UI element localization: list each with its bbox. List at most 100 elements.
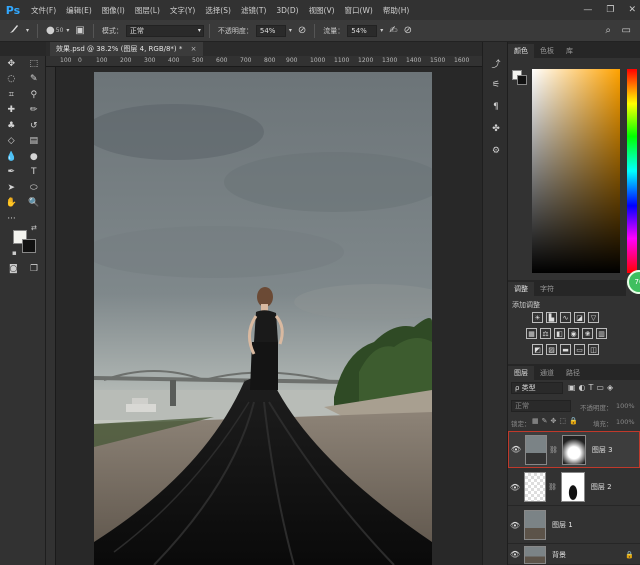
pressure-size-icon[interactable]: ⊘ — [404, 25, 412, 36]
menu-view[interactable]: 视图(V) — [304, 5, 340, 16]
document-canvas-image[interactable] — [94, 72, 432, 565]
history-panel-icon[interactable]: ⤴ — [483, 52, 509, 74]
document-tab[interactable]: 效果.psd @ 38.2% (图层 4, RGB/8*) * × — [50, 42, 203, 56]
more-tools-icon[interactable]: ··· — [0, 211, 23, 226]
tab-channels[interactable]: 通道 — [534, 366, 560, 380]
quick-mask-icon[interactable]: ◙ — [9, 264, 18, 274]
tab-layers[interactable]: 图层 — [508, 366, 534, 380]
close-tab-icon[interactable]: × — [191, 45, 197, 53]
fill-value[interactable]: 100% — [616, 418, 635, 426]
dodge-tool-icon[interactable]: ● — [23, 149, 46, 164]
tab-character[interactable]: 字符 — [534, 282, 560, 296]
black-white-icon[interactable]: ◧ — [554, 328, 565, 339]
invert-icon[interactable]: ◩ — [532, 344, 543, 355]
flow-input[interactable]: 54% — [347, 24, 378, 37]
layer-row[interactable]: 👁 背景 🔒 — [508, 545, 640, 565]
menu-type[interactable]: 文字(Y) — [165, 5, 200, 16]
screen-mode-icon[interactable]: ❐ — [30, 264, 38, 274]
properties-panel-icon[interactable]: ⚟ — [483, 74, 509, 96]
background-color-swatch[interactable] — [22, 239, 36, 253]
search-icon[interactable]: ⌕ — [605, 25, 611, 36]
tab-libraries[interactable]: 库 — [560, 44, 579, 58]
menu-file[interactable]: 文件(F) — [26, 5, 61, 16]
path-select-icon[interactable]: ➤ — [0, 180, 23, 195]
hue-slider[interactable] — [627, 69, 637, 273]
shape-tool-icon[interactable]: ⬭ — [23, 180, 46, 195]
visibility-eye-icon[interactable]: 👁 — [509, 445, 523, 454]
threshold-icon[interactable]: ▬ — [560, 344, 571, 355]
ruler-horizontal[interactable]: 100 0 100 200 300 400 500 600 700 800 90… — [46, 56, 482, 67]
paragraph-panel-icon[interactable]: ¶ — [483, 96, 509, 118]
mode-select[interactable]: 正常 ▾ — [125, 24, 204, 37]
chevron-down-icon[interactable]: ▾ — [26, 27, 29, 34]
workspace-icon[interactable]: ▭ — [622, 25, 631, 36]
menu-select[interactable]: 选择(S) — [200, 5, 236, 16]
menu-3d[interactable]: 3D(D) — [271, 6, 303, 15]
curves-icon[interactable]: ∿ — [560, 312, 571, 323]
tab-color[interactable]: 颜色 — [508, 44, 534, 58]
brightness-icon[interactable]: ☀ — [532, 312, 543, 323]
airbrush-icon[interactable]: ✍ — [389, 25, 397, 36]
vibrance-icon[interactable]: ▽ — [588, 312, 599, 323]
layer-filter-select[interactable]: ρ 类型 — [511, 382, 563, 394]
chevron-down-icon[interactable]: ▾ — [380, 27, 383, 34]
ruler-vertical[interactable] — [46, 67, 56, 565]
adjustment-brush-icon[interactable]: ⚙ — [483, 140, 509, 162]
lasso-tool-icon[interactable]: ◌ — [0, 72, 23, 87]
menu-edit[interactable]: 编辑(E) — [61, 5, 97, 16]
panel-background-swatch[interactable] — [517, 75, 527, 85]
lock-icons[interactable]: ▦✎✥⬚🔒 — [532, 417, 581, 425]
chevron-down-icon[interactable]: ▾ — [289, 27, 292, 34]
tab-swatches[interactable]: 色板 — [534, 44, 560, 58]
restore-button[interactable]: ❐ — [606, 5, 614, 15]
crop-tool-icon[interactable]: ⌗ — [0, 87, 23, 102]
layer-mask-thumbnail[interactable] — [560, 472, 585, 502]
swap-colors-icon[interactable]: ⇄ — [31, 224, 37, 232]
brush-tool-icon[interactable] — [8, 23, 20, 38]
layer-row[interactable]: 👁 图层 1 — [508, 507, 640, 544]
color-lookup-icon[interactable]: ▥ — [596, 328, 607, 339]
layer-row[interactable]: 👁 ⛓ 图层 2 — [508, 469, 640, 506]
default-colors-icon[interactable]: ▪ — [12, 249, 17, 257]
history-brush-icon[interactable]: ↺ — [23, 118, 46, 133]
exposure-icon[interactable]: ◪ — [574, 312, 585, 323]
brush-panel-icon[interactable]: ▣ — [75, 25, 84, 36]
gradient-tool-icon[interactable]: ▤ — [23, 134, 46, 149]
pressure-opacity-icon[interactable]: ⊘ — [298, 25, 306, 36]
minimize-button[interactable]: — — [583, 5, 592, 15]
healing-brush-icon[interactable]: ✚ — [0, 103, 23, 118]
layer-opacity-value[interactable]: 100% — [616, 402, 635, 410]
zoom-tool-icon[interactable]: 🔍 — [23, 196, 46, 211]
close-button[interactable]: ✕ — [628, 5, 636, 15]
photo-filter-icon[interactable]: ◉ — [568, 328, 579, 339]
menu-filter[interactable]: 滤镜(T) — [236, 5, 271, 16]
gradient-map-icon[interactable]: ▭ — [574, 344, 585, 355]
opacity-input[interactable]: 54% — [255, 24, 286, 37]
color-picker-field[interactable] — [532, 69, 620, 273]
selective-color-icon[interactable]: ◫ — [588, 344, 599, 355]
blur-tool-icon[interactable]: 💧 — [0, 149, 23, 164]
menu-image[interactable]: 图像(I) — [97, 5, 130, 16]
type-tool-icon[interactable]: T — [23, 165, 46, 180]
blend-mode-select[interactable]: 正常 — [511, 400, 571, 412]
layer-mask-thumbnail[interactable] — [561, 434, 586, 465]
clone-stamp-icon[interactable]: ♣ — [0, 118, 23, 133]
brush-tool-icon[interactable]: ✏ — [23, 103, 46, 118]
layer-row[interactable]: 👁 ⛓ 图层 3 — [508, 431, 640, 468]
hand-tool-icon[interactable]: ✋ — [0, 196, 23, 211]
marquee-tool-icon[interactable]: ⬚ — [23, 56, 46, 71]
eyedropper-tool-icon[interactable]: ⚲ — [23, 87, 46, 102]
channel-mixer-icon[interactable]: ❀ — [582, 328, 593, 339]
brush-preset-icon[interactable]: ● — [46, 25, 55, 36]
menu-layer[interactable]: 图层(L) — [130, 5, 165, 16]
pen-tool-icon[interactable]: ✒ — [0, 165, 23, 180]
color-balance-icon[interactable]: ⚖ — [540, 328, 551, 339]
visibility-eye-icon[interactable]: 👁 — [508, 550, 522, 559]
tab-paths[interactable]: 路径 — [560, 366, 586, 380]
quick-select-tool-icon[interactable]: ✎ — [23, 72, 46, 87]
brush-presets-icon[interactable]: ✤ — [483, 118, 509, 140]
menu-help[interactable]: 帮助(H) — [378, 5, 415, 16]
menu-window[interactable]: 窗口(W) — [340, 5, 378, 16]
chevron-down-icon[interactable]: ▾ — [66, 27, 69, 34]
move-tool-icon[interactable]: ✥ — [0, 56, 23, 71]
